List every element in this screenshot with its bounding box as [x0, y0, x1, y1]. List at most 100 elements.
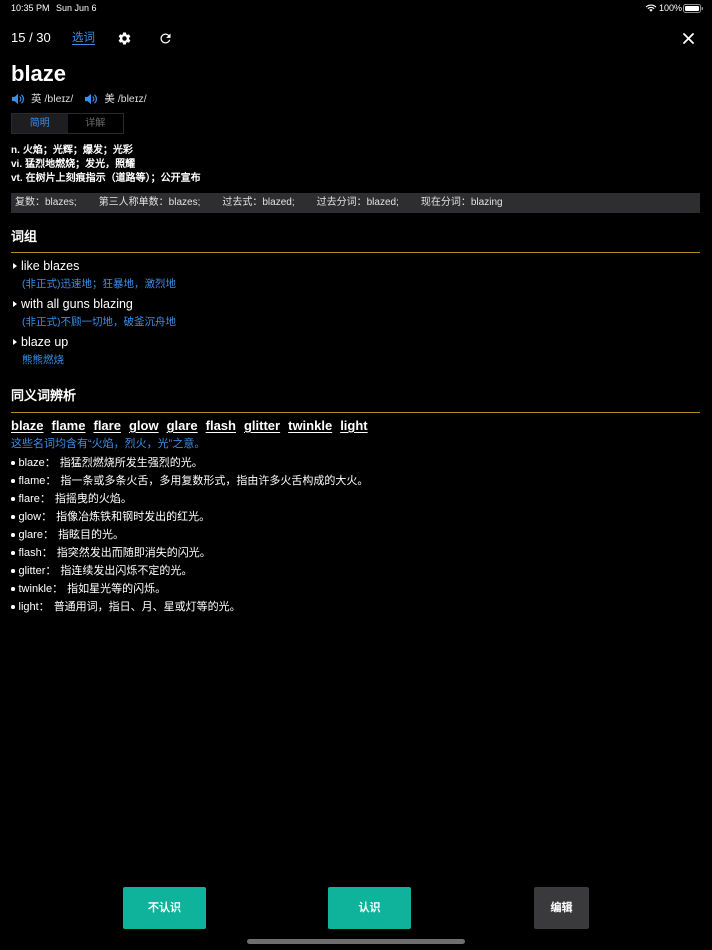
phrases-section-title: 词组 — [11, 229, 38, 244]
synonym-description: 指眩目的光。 — [57, 529, 124, 541]
pronunciation-region: 美 — [104, 93, 115, 105]
list-item: light： 普通用词，指日、月、星或灯等的光。 — [11, 598, 368, 616]
synonym-description: 指像冶炼铁和钢时发出的红光。 — [56, 511, 211, 523]
definition-meaning: 火焰；光辉；爆发；光彩 — [22, 145, 133, 156]
list-item: blaze： 指猛烈燃烧所发生强烈的光。 — [11, 454, 368, 472]
synonym-description: 指一条或多条火舌，多用复数形式，指由许多火舌构成的大火。 — [60, 475, 369, 487]
bullet-icon — [11, 587, 15, 591]
synonym-description: 普通用词，指日、月、星或灯等的光。 — [53, 601, 241, 613]
phrase-item: like blazes (非正式)迅速地；狂暴地，激烈地 — [11, 257, 700, 295]
part-of-speech: vt. — [11, 173, 23, 184]
refresh-icon[interactable] — [158, 31, 173, 46]
synonym-link[interactable]: flare — [93, 418, 120, 434]
word-form-past: 过去式：blazed; — [222, 197, 295, 208]
synonym-word-row: blaze flame flare glow glare flash glitt… — [11, 418, 368, 434]
word-form-third-person: 第三人称单数：blazes; — [98, 197, 201, 208]
section-divider — [11, 412, 700, 413]
list-item: twinkle： 指如星光等的闪烁。 — [11, 580, 368, 598]
synonym-term: flame： — [18, 475, 57, 487]
select-words-link[interactable]: 选词 — [72, 29, 95, 47]
dont-know-button[interactable]: 不认识 — [123, 887, 206, 929]
headword: blaze — [11, 61, 67, 86]
synonym-description: 指摇曳的火焰。 — [54, 493, 132, 505]
list-item: flare： 指摇曳的火焰。 — [11, 490, 368, 508]
bullet-icon — [11, 551, 15, 555]
battery-percentage: 100% — [659, 3, 683, 13]
definition-line: vi. 猛烈地燃烧；发光，照耀 — [11, 158, 201, 172]
wifi-icon — [645, 4, 657, 13]
status-time: 10:35 PM — [11, 3, 50, 13]
disclosure-triangle-icon — [13, 338, 17, 345]
synonym-link[interactable]: flame — [52, 418, 86, 434]
list-item: glare： 指眩目的光。 — [11, 526, 368, 544]
synonym-term: light： — [18, 601, 50, 613]
definition-list: n. 火焰；光辉；爆发；光彩 vi. 猛烈地燃烧；发光，照耀 vt. 在树片上刻痕指示… — [11, 144, 201, 186]
synonym-term: flare： — [18, 493, 51, 505]
definition-meaning: 猛烈地燃烧；发光，照耀 — [25, 159, 136, 170]
card-counter: 15 / 30 — [11, 30, 51, 45]
phrase-text: like blazes — [21, 259, 80, 273]
definition-meaning: 在树片上刻痕指示（道路等）；公开宣布 — [25, 173, 201, 184]
close-icon[interactable] — [683, 33, 694, 44]
phrase-item: with all guns blazing (非正式)不顾一切地，破釜沉舟地 — [11, 295, 700, 333]
synonym-entry-list: blaze： 指猛烈燃烧所发生强烈的光。 flame： 指一条或多条火舌，多用复数形… — [11, 454, 368, 616]
synonym-term: flash： — [18, 547, 53, 559]
word-forms-bar: 复数：blazes; 第三人称单数：blazes; 过去式：blazed; 过去… — [11, 193, 700, 213]
list-item: glow： 指像冶炼铁和钢时发出的红光。 — [11, 508, 368, 526]
pronunciation-row: 英 /bleɪz/ 美 /bleɪz/ — [11, 91, 147, 107]
definition-tabs: 简明 详解 — [11, 113, 124, 134]
phrase-head: with all guns blazing — [11, 295, 700, 313]
synonym-link[interactable]: glow — [129, 418, 159, 434]
phrase-meaning: (非正式)迅速地；狂暴地，激烈地 — [22, 278, 176, 290]
phrase-text: with all guns blazing — [21, 297, 133, 311]
synonym-term: glitter： — [18, 565, 57, 577]
tab-detailed[interactable]: 详解 — [68, 114, 124, 133]
synonym-link[interactable]: glitter — [244, 418, 280, 434]
pronunciation-region: 英 — [31, 93, 42, 105]
tab-concise[interactable]: 简明 — [12, 114, 68, 133]
bullet-icon — [11, 533, 15, 537]
part-of-speech: vi. — [11, 159, 23, 170]
phrase-text: blaze up — [21, 335, 69, 349]
synonym-term: glare： — [18, 529, 54, 541]
bullet-icon — [11, 461, 15, 465]
bullet-icon — [11, 497, 15, 501]
status-bar: 10:35 PM Sun Jun 6 100% — [0, 0, 712, 17]
list-item: glitter： 指连续发出闪烁不定的光。 — [11, 562, 368, 580]
bullet-icon — [11, 515, 15, 519]
know-button[interactable]: 认识 — [328, 887, 411, 929]
pronunciation-uk: 英 /bleɪz/ — [11, 91, 73, 107]
list-item: flash： 指突然发出而随即消失的闪光。 — [11, 544, 368, 562]
synonym-link[interactable]: glare — [167, 418, 198, 434]
definition-line: n. 火焰；光辉；爆发；光彩 — [11, 144, 201, 158]
phrase-list: like blazes (非正式)迅速地；狂暴地，激烈地 with all gu… — [11, 257, 700, 371]
pronunciation-ipa: /bleɪz/ — [44, 93, 74, 105]
pronunciation-ipa: /bleɪz/ — [117, 93, 147, 105]
synonym-term: twinkle： — [18, 583, 64, 595]
list-item: flame： 指一条或多条火舌，多用复数形式，指由许多火舌构成的大火。 — [11, 472, 368, 490]
gear-icon[interactable] — [117, 31, 132, 46]
speaker-icon[interactable] — [11, 93, 25, 105]
speaker-icon[interactable] — [84, 93, 98, 105]
bullet-icon — [11, 479, 15, 483]
word-form-plural: 复数：blazes; — [15, 197, 77, 208]
bullet-icon — [11, 605, 15, 609]
synonym-description: 指突然发出而随即消失的闪光。 — [56, 547, 211, 559]
pronunciation-us: 美 /bleɪz/ — [84, 91, 147, 107]
synonym-link[interactable]: flash — [206, 418, 236, 434]
synonym-link[interactable]: twinkle — [288, 418, 332, 434]
phrase-head: blaze up — [11, 333, 700, 351]
synonym-link[interactable]: light — [340, 418, 367, 434]
word-form-present-participle: 现在分词：blazing — [420, 197, 503, 208]
synonyms-section-title: 同义词辨析 — [11, 388, 77, 403]
synonym-link[interactable]: blaze — [11, 418, 44, 434]
synonym-term: glow： — [18, 511, 53, 523]
section-divider — [11, 252, 700, 253]
synonym-description: 指如星光等的闪烁。 — [67, 583, 167, 595]
bullet-icon — [11, 569, 15, 573]
disclosure-triangle-icon — [13, 300, 17, 307]
phrase-head: like blazes — [11, 257, 700, 275]
battery-icon — [683, 4, 704, 13]
edit-button[interactable]: 编辑 — [534, 887, 589, 929]
phrase-meaning: (非正式)不顾一切地，破釜沉舟地 — [22, 316, 176, 328]
